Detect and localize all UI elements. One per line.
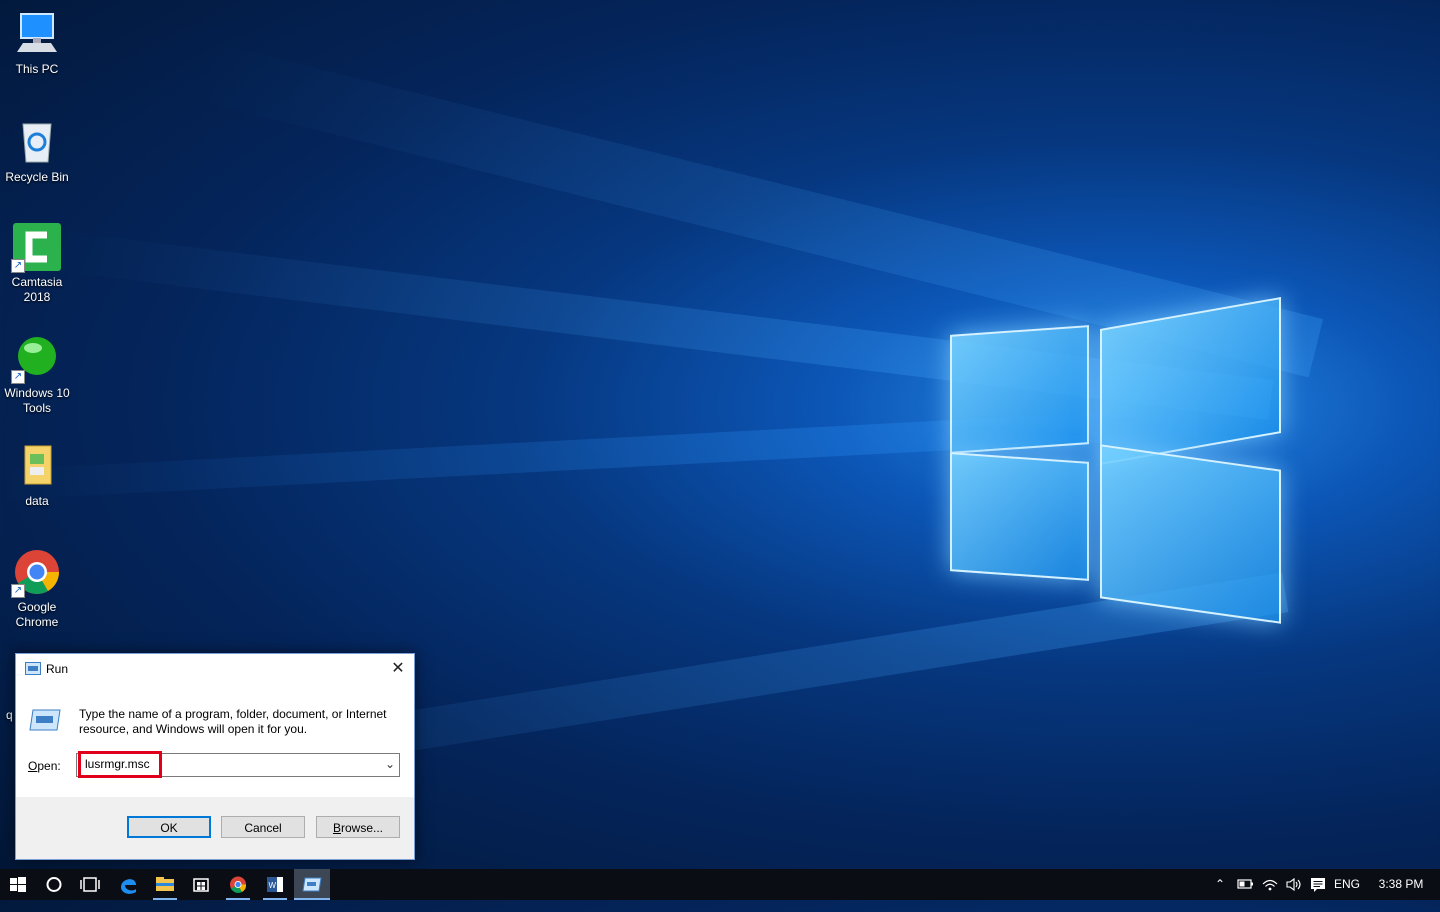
wifi-icon <box>1262 879 1278 891</box>
windows-logo-wallpaper <box>940 285 1290 625</box>
battery-icon <box>1237 879 1253 889</box>
open-label-accesskey: O <box>28 759 38 773</box>
run-program-icon <box>29 708 61 732</box>
windows-tools-icon: ↗ <box>11 334 61 384</box>
desktop-icon-label: Camtasia 2018 <box>11 275 63 304</box>
start-button[interactable] <box>0 869 36 900</box>
run-dialog-title: Run <box>46 662 69 676</box>
taskbar-run[interactable] <box>294 869 330 900</box>
hidden-desktop-icon-label[interactable]: q <box>6 708 13 722</box>
svg-text:W: W <box>269 881 277 890</box>
run-dialog-footer: OK Cancel Browse... <box>16 797 414 859</box>
desktop-icon-google-chrome[interactable]: ↗ Google Chrome <box>0 548 74 630</box>
run-dialog-titlebar[interactable]: Run ✕ <box>16 654 414 684</box>
taskbar-chrome[interactable] <box>220 869 256 900</box>
desktop-icon-camtasia[interactable]: ↗ Camtasia 2018 <box>0 223 74 305</box>
clock[interactable]: 3:38 PM <box>1368 869 1434 900</box>
desktop-icon-label: data <box>25 494 49 508</box>
run-dialog-description: Type the name of a program, folder, docu… <box>79 707 387 736</box>
edge-icon <box>121 879 136 894</box>
start-icon <box>10 877 26 892</box>
taskbar-edge[interactable] <box>110 869 146 900</box>
cortana-button[interactable] <box>36 869 72 900</box>
browse-label: rowse... <box>341 821 384 835</box>
annotation-highlight-box <box>78 751 162 778</box>
close-button[interactable]: ✕ <box>382 654 414 684</box>
desktop-icon-data-folder[interactable]: data <box>0 442 74 509</box>
logo-pane <box>1100 444 1281 624</box>
network-tray[interactable] <box>1259 869 1281 900</box>
taskbar-store[interactable] <box>183 869 219 900</box>
volume-icon <box>1286 877 1301 892</box>
chrome-icon: ↗ <box>11 548 61 598</box>
recycle-bin-icon <box>13 118 61 166</box>
desktop-icon-label: Google Chrome <box>15 600 59 629</box>
task-view-button[interactable] <box>72 869 108 900</box>
store-icon <box>193 878 209 892</box>
desktop-icon-label: Windows 10 Tools <box>4 386 70 415</box>
word-icon: W <box>267 877 283 892</box>
shortcut-arrow-icon: ↗ <box>11 584 25 598</box>
file-explorer-icon <box>156 877 174 891</box>
shortcut-arrow-icon: ↗ <box>11 259 25 273</box>
logo-pane <box>950 452 1089 581</box>
desktop-icon-label: This PC <box>15 62 59 76</box>
desktop-icon-label: Recycle Bin <box>5 170 69 184</box>
camtasia-icon: ↗ <box>11 223 61 273</box>
chevron-down-icon[interactable]: ⌄ <box>385 757 395 771</box>
cancel-button[interactable]: Cancel <box>221 816 305 838</box>
desktop-icon-windows-tools[interactable]: ↗ Windows 10 Tools <box>0 334 74 416</box>
browse-accesskey: B <box>332 821 341 835</box>
taskbar-file-explorer[interactable] <box>147 869 183 900</box>
volume-tray[interactable] <box>1283 869 1305 900</box>
run-icon <box>25 662 41 675</box>
this-pc-icon <box>13 10 61 58</box>
browse-button[interactable]: Browse... <box>316 816 400 838</box>
notification-icon <box>1311 878 1325 892</box>
shortcut-arrow-icon: ↗ <box>11 370 25 384</box>
desktop-icon-this-pc[interactable]: This PC <box>0 10 74 77</box>
logo-pane <box>950 325 1089 454</box>
open-label-text: pen: <box>37 759 61 773</box>
chevron-up-icon: ⌃ <box>1214 877 1226 891</box>
language-indicator[interactable]: ENG <box>1330 869 1364 900</box>
open-label: Open: <box>28 759 61 773</box>
action-center-button[interactable] <box>1307 869 1329 900</box>
desktop-icon-recycle-bin[interactable]: Recycle Bin <box>0 118 74 185</box>
battery-tray[interactable] <box>1234 869 1256 900</box>
folder-icon <box>13 442 61 490</box>
run-dialog: Run ✕ Type the name of a program, folder… <box>15 653 415 860</box>
task-view-icon <box>80 877 100 892</box>
run-dialog-body: Type the name of a program, folder, docu… <box>16 684 414 797</box>
close-icon: ✕ <box>391 660 405 677</box>
show-hidden-icons-button[interactable]: ⌃ <box>1210 869 1230 900</box>
cortana-icon <box>46 877 62 892</box>
taskbar-word[interactable]: W <box>257 869 293 900</box>
taskbar: W ⌃ ENG 3:38 PM <box>0 869 1440 900</box>
run-icon <box>302 877 322 892</box>
chrome-icon <box>230 876 247 893</box>
logo-pane <box>1100 297 1281 465</box>
ok-button[interactable]: OK <box>127 816 211 838</box>
